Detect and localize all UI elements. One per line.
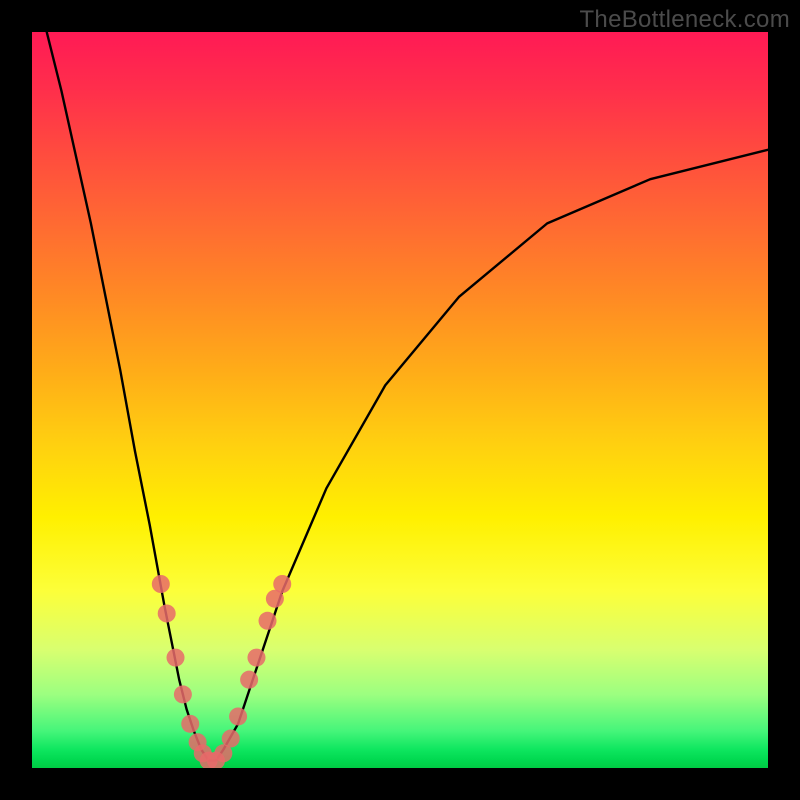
marker-dot [167,649,185,667]
marker-dot [247,649,265,667]
curve-overlay [32,32,768,768]
marker-dot [181,715,199,733]
marker-dot [273,575,291,593]
marker-dot [229,707,247,725]
marker-dot [152,575,170,593]
bottleneck-curve [47,32,768,761]
highlight-markers [152,575,291,768]
marker-dot [222,730,240,748]
plot-area [32,32,768,768]
marker-dot [158,604,176,622]
marker-dot [240,671,258,689]
chart-frame: TheBottleneck.com [0,0,800,800]
watermark-text: TheBottleneck.com [579,6,790,34]
marker-dot [174,685,192,703]
marker-dot [259,612,277,630]
